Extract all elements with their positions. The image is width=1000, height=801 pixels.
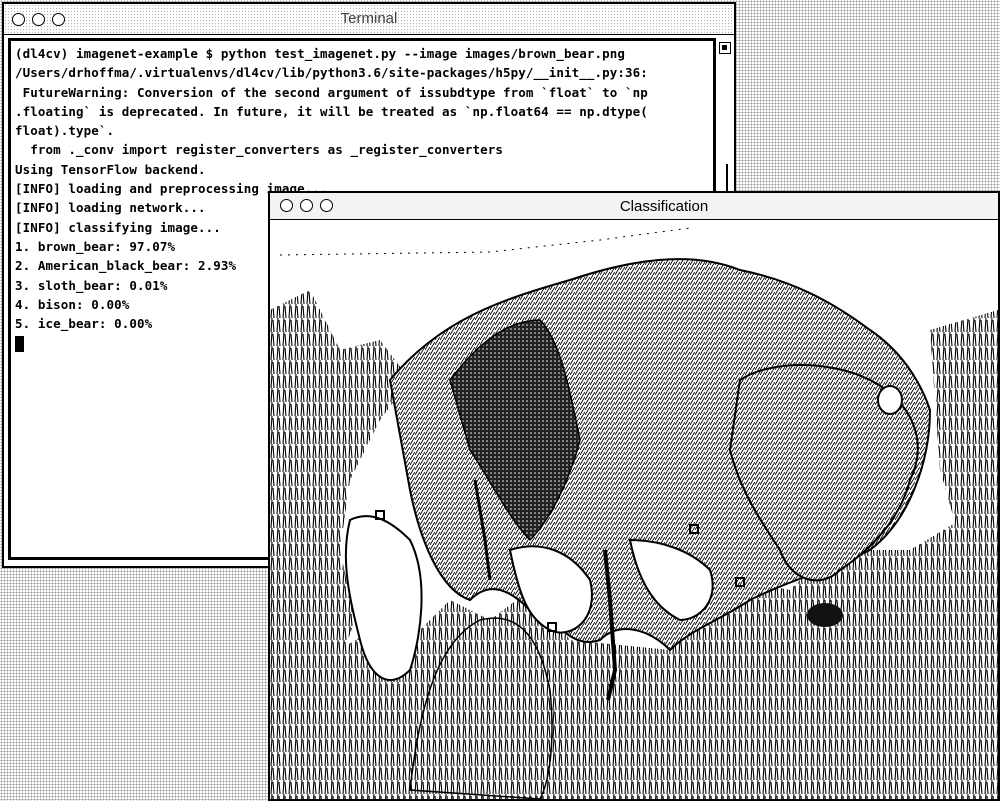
terminal-line: /Users/drhoffma/.virtualenvs/dl4cv/lib/p… (15, 65, 648, 81)
terminal-title: Terminal (340, 10, 398, 27)
classification-titlebar[interactable]: Classification (270, 193, 998, 220)
terminal-line: (dl4cv) imagenet-example $ python test_i… (15, 46, 626, 61)
text-cursor (15, 335, 24, 352)
scroll-indicator-icon[interactable] (719, 42, 731, 54)
terminal-line: .floating` is deprecated. In future, it … (15, 103, 648, 119)
terminal-line: Using TensorFlow backend. (15, 161, 206, 177)
terminal-line: FutureWarning: Conversion of the second … (15, 84, 648, 100)
terminal-line: from ._conv import register_converters a… (15, 142, 504, 158)
resize-handle[interactable] (726, 164, 728, 194)
terminal-titlebar[interactable]: Terminal (4, 4, 734, 35)
terminal-line: float).type`. (15, 123, 115, 139)
classification-window: Classification (268, 191, 1000, 801)
classification-title: Classification (619, 198, 709, 215)
bear-image (270, 220, 998, 799)
